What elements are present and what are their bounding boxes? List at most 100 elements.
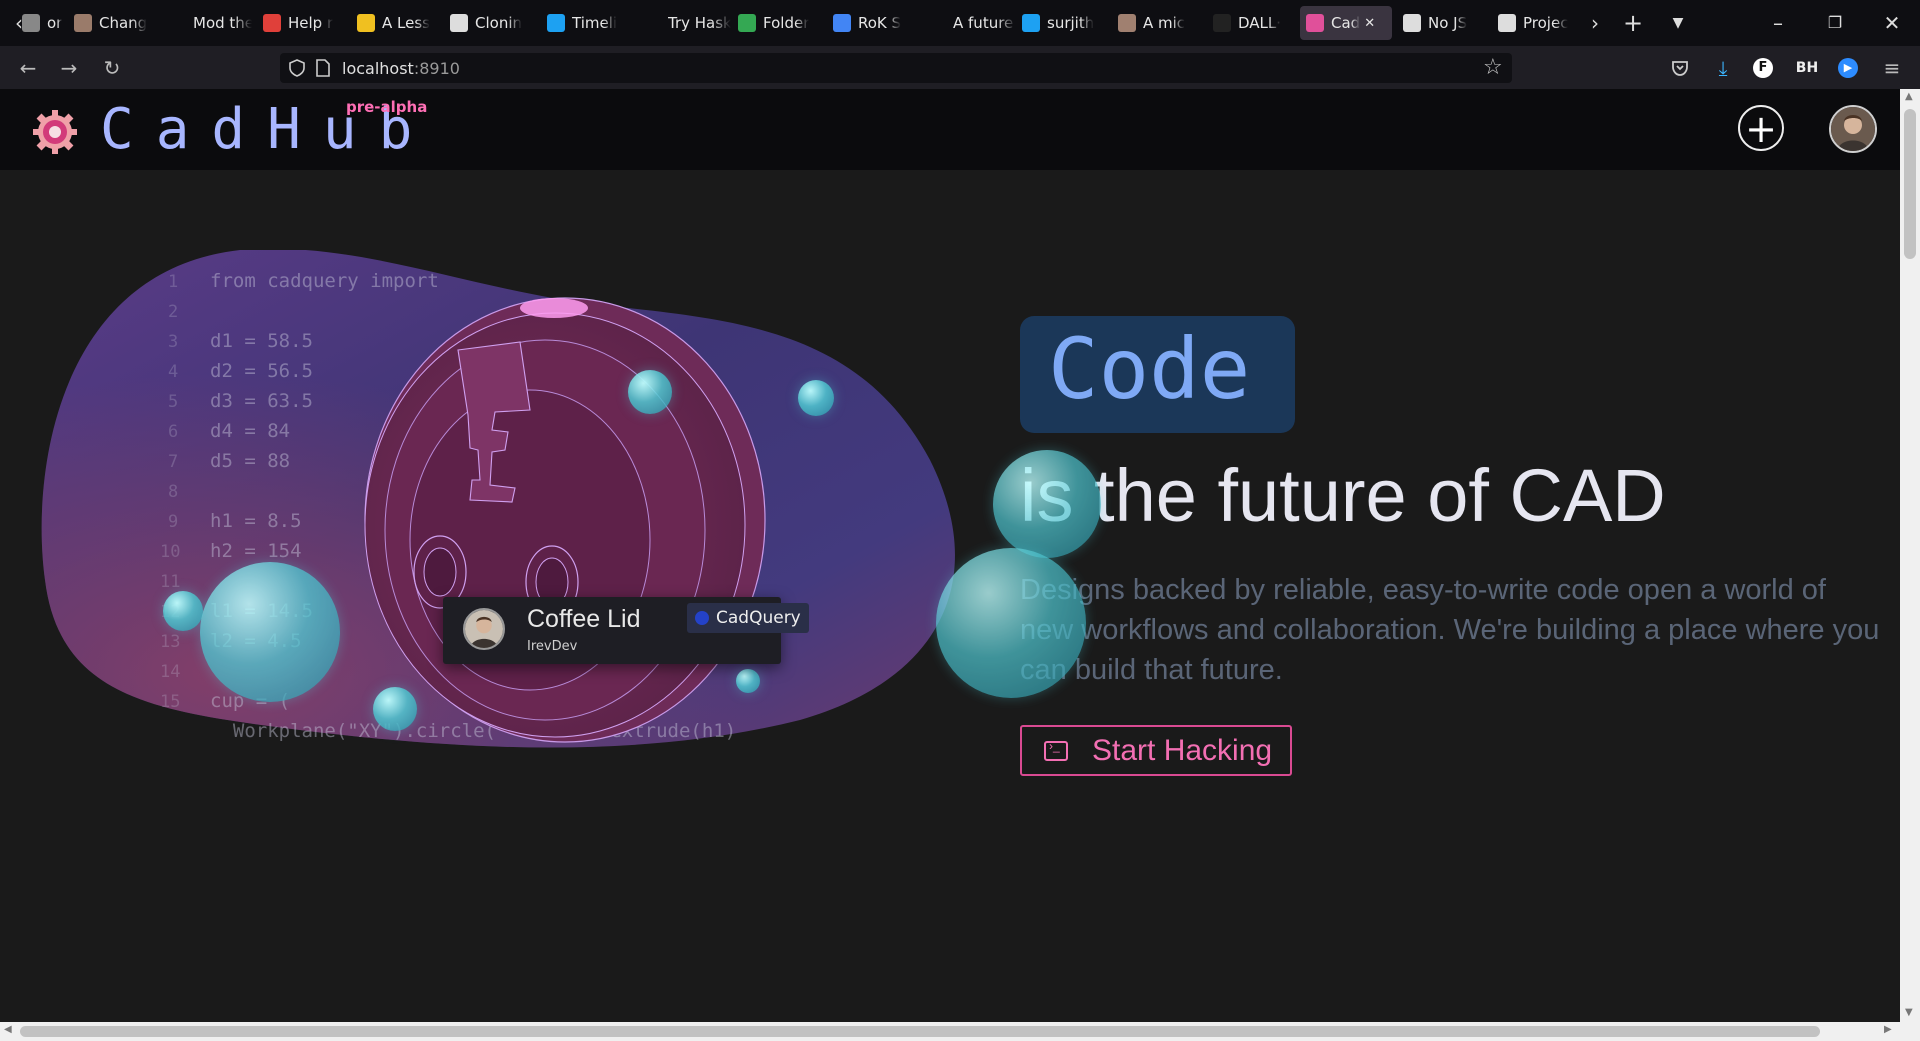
url-host: localhost	[342, 59, 414, 78]
browser-tab[interactable]: A Less	[357, 6, 439, 40]
code-line-number: 8	[168, 482, 179, 502]
tab-favicon-icon	[1306, 14, 1324, 32]
restore-window-icon[interactable]: ❐	[1820, 10, 1850, 36]
close-tab-icon[interactable]: ✕	[1364, 16, 1375, 31]
tab-label: No JS	[1428, 14, 1468, 32]
tab-favicon-icon	[1022, 14, 1040, 32]
back-icon[interactable]: ←	[16, 56, 40, 80]
list-tabs-icon[interactable]: ▼	[1663, 10, 1693, 36]
code-line: h2 = 154	[210, 540, 302, 562]
browser-tab[interactable]: Timeli	[547, 6, 629, 40]
new-tab-icon[interactable]: +	[1618, 10, 1648, 36]
browser-tab[interactable]: Chang	[74, 6, 154, 40]
code-word-badge: Code	[1020, 316, 1295, 433]
cadquery-dot-icon	[695, 611, 709, 625]
browser-tab[interactable]: A mic	[1118, 6, 1200, 40]
browser-tab[interactable]: No JS	[1403, 6, 1485, 40]
terminal-icon: ›_	[1044, 739, 1068, 761]
tab-favicon-icon	[928, 14, 946, 32]
tab-favicon-icon	[1403, 14, 1421, 32]
tab-favicon-icon	[643, 14, 661, 32]
close-window-icon[interactable]: ✕	[1877, 10, 1907, 36]
tab-label: Cad	[1331, 14, 1361, 32]
project-language-tag[interactable]: CadQuery	[687, 603, 809, 633]
code-line-number: 4	[168, 362, 179, 382]
code-line-number: 11	[160, 572, 181, 592]
add-project-button[interactable]: +	[1738, 105, 1784, 151]
code-line: from cadquery import	[210, 270, 439, 292]
browser-tab[interactable]: Folder	[738, 6, 820, 40]
scroll-tabs-right-icon[interactable]: ›	[1580, 10, 1610, 36]
horizontal-scroll-thumb[interactable]	[20, 1026, 1820, 1037]
tab-favicon-icon	[22, 14, 40, 32]
url-text[interactable]: localhost:8910	[342, 59, 460, 78]
code-line: d5 = 88	[210, 450, 291, 472]
browser-tab[interactable]: Help r	[263, 6, 347, 40]
project-title[interactable]: Coffee Lid	[527, 605, 641, 634]
user-avatar[interactable]	[1829, 105, 1877, 153]
vertical-scrollbar[interactable]: ▲ ▼	[1900, 89, 1920, 1025]
tab-label: Clonin	[475, 14, 522, 32]
browser-tab[interactable]: Projec	[1498, 6, 1580, 40]
tab-favicon-icon	[357, 14, 375, 32]
browser-tab[interactable]: Mod the M	[168, 6, 252, 40]
scroll-right-icon[interactable]: ▶	[1884, 1024, 1892, 1035]
author-avatar-image	[465, 610, 503, 648]
tab-label: A mic	[1143, 14, 1186, 32]
code-line: d1 = 58.5	[210, 330, 313, 352]
tab-label: Help r	[288, 14, 334, 32]
browser-tab[interactable]: DALL·	[1213, 6, 1295, 40]
browser-nav-bar: ← → ↻ localhost:8910 ☆ ⤓ F BH ▶ ≡	[0, 46, 1920, 89]
extension-bh-icon[interactable]: BH	[1795, 56, 1819, 80]
reload-icon[interactable]: ↻	[100, 56, 124, 80]
code-line-number: 6	[168, 422, 179, 442]
tab-label: Try Haskel	[668, 14, 731, 32]
tab-label: Projec	[1523, 14, 1569, 32]
minimize-window-icon[interactable]: –	[1763, 10, 1793, 36]
downloads-icon[interactable]: ⤓	[1711, 56, 1735, 80]
address-bar[interactable]: localhost:8910 ☆	[280, 53, 1512, 83]
pre-alpha-badge: pre-alpha	[346, 98, 428, 116]
bookmark-star-icon[interactable]: ☆	[1483, 55, 1503, 80]
project-card[interactable]: Coffee Lid IrevDev CadQuery	[443, 597, 809, 664]
scroll-left-icon[interactable]: ◀	[4, 1024, 12, 1035]
page-icon[interactable]	[316, 59, 330, 77]
decorative-bubble	[373, 687, 417, 731]
logo-icon[interactable]	[30, 107, 80, 157]
hero-description: Designs backed by reliable, easy-to-writ…	[1020, 574, 1880, 686]
menu-icon[interactable]: ≡	[1880, 56, 1904, 80]
browser-tab[interactable]: on	[22, 6, 62, 40]
tab-label: DALL·	[1238, 14, 1282, 32]
decorative-bubble	[936, 548, 1086, 698]
code-line-number: 9	[168, 512, 179, 532]
tab-label: Mod the M	[193, 14, 252, 32]
forward-icon[interactable]: →	[57, 56, 81, 80]
browser-tab[interactable]: A future fo	[928, 6, 1016, 40]
shield-icon[interactable]	[288, 59, 306, 77]
extension-f-icon[interactable]: F	[1753, 58, 1773, 78]
scroll-down-icon[interactable]: ▼	[1905, 1007, 1913, 1018]
browser-tab[interactable]: surjith	[1022, 6, 1106, 40]
decorative-bubble	[200, 562, 340, 702]
browser-tab[interactable]: Try Haskel	[643, 6, 731, 40]
horizontal-scrollbar[interactable]: ◀ ▶	[0, 1022, 1920, 1041]
browser-tab[interactable]: Cad ✕	[1300, 6, 1392, 40]
code-line-number: 10	[160, 542, 181, 562]
zoom-extension-icon[interactable]: ▶	[1838, 58, 1858, 78]
project-author-name[interactable]: IrevDev	[527, 639, 577, 654]
tab-label: Timeli	[572, 14, 618, 32]
code-line-number: 15	[160, 692, 181, 712]
app-header: CadHub pre-alpha +	[0, 89, 1900, 170]
decorative-bubble	[736, 669, 760, 693]
hero-headline: is the future of CAD	[1020, 453, 1666, 538]
code-line-number: 14	[160, 662, 181, 682]
start-hacking-button[interactable]: ›_ Start Hacking	[1020, 725, 1292, 776]
pocket-icon[interactable]	[1671, 59, 1689, 77]
project-author-avatar[interactable]	[463, 608, 505, 650]
tab-label: Folder	[763, 14, 810, 32]
tab-favicon-icon	[74, 14, 92, 32]
browser-tab[interactable]: RoK S	[833, 6, 915, 40]
vertical-scroll-thumb[interactable]	[1904, 109, 1916, 259]
scroll-up-icon[interactable]: ▲	[1905, 91, 1913, 102]
browser-tab[interactable]: Clonin	[450, 6, 532, 40]
